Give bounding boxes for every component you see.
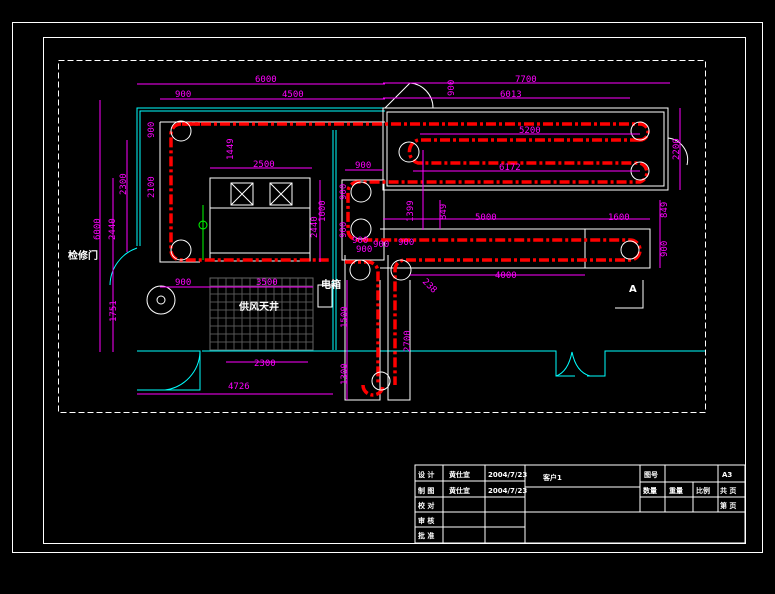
drawing-text: 7700 <box>515 75 537 85</box>
drawing-text: 2440 <box>310 216 320 238</box>
drawing-text: 6172 <box>499 163 521 173</box>
electric-box-label: 电箱 <box>321 278 341 291</box>
drawing-text: 900 <box>447 80 457 96</box>
drawing-text: 900 <box>147 122 157 138</box>
cad-drawing: 6000 900 4500 7700 6013 5200 6172 900 25… <box>12 22 763 553</box>
drawing-text: 2500 <box>253 160 275 170</box>
drawing-text: 238 <box>420 277 439 296</box>
drawing-text: 比例 <box>696 486 710 495</box>
drawing-text: 第 页 <box>720 501 736 510</box>
drawing-text: 2100 <box>147 176 157 198</box>
drawing-text: 校 对 <box>418 501 434 510</box>
drawing-text: 黄仕宜 <box>449 470 470 479</box>
drawing-text: 共 页 <box>720 486 736 495</box>
drawing-text: 900 <box>373 240 389 250</box>
drawing-text: 审 核 <box>418 516 434 525</box>
title-block: 设 计 黄仕宜 2004/7/23 制 图 黄仕宜 2004/7/23 校 对 … <box>414 464 746 544</box>
view-frame <box>58 60 706 413</box>
drawing-text: 1399 <box>406 200 416 222</box>
drawing-text: 2700 <box>403 330 413 352</box>
duct-runs <box>169 122 650 397</box>
section-marker: A <box>629 284 637 295</box>
drawing-text: 6000 <box>255 75 277 85</box>
drawing-text: 1600 <box>608 213 630 223</box>
drawing-text: 3500 <box>256 278 278 288</box>
drawing-text: 批 准 <box>418 531 434 540</box>
drawing-text: 制 图 <box>418 486 434 495</box>
drawing-text: 849 <box>439 204 449 220</box>
drawing-text: 900 <box>175 90 191 100</box>
drawing-text: 849 <box>660 202 670 218</box>
access-door-label: 检修门 <box>68 249 98 262</box>
drawing-text: 900 <box>660 241 670 257</box>
drawing-text: 900 <box>339 222 349 238</box>
drawing-text: 5000 <box>475 213 497 223</box>
drawing-text: 6000 <box>93 218 103 240</box>
drawing-text: 4000 <box>495 271 517 281</box>
drawing-text: 1751 <box>109 300 119 322</box>
drawing-text: 2004/7/23 <box>488 487 527 495</box>
client-name: 客户1 <box>542 473 562 482</box>
drawing-text: 4726 <box>228 382 250 392</box>
drawing-text: 1500 <box>340 306 350 328</box>
drawing-text: 1449 <box>226 138 236 160</box>
drawing-text: 图号 <box>644 470 658 479</box>
drawing-text: 2200 <box>672 138 682 160</box>
drawing-text: 900 <box>339 184 349 200</box>
drawing-text: 数量 <box>643 486 657 495</box>
drawing-text: 900 <box>175 278 191 288</box>
drawing-text: 2300 <box>119 173 129 195</box>
drawing-text: 5200 <box>519 126 541 136</box>
drawing-text: 6013 <box>500 90 522 100</box>
fan-icon <box>198 205 208 260</box>
drawing-text: 黄仕宜 <box>449 486 470 495</box>
drawing-text: 4500 <box>282 90 304 100</box>
drawing-text: 2004/7/23 <box>488 471 527 479</box>
drawing-text: A3 <box>722 471 732 479</box>
drawing-text: 900 <box>355 161 371 171</box>
drawing-text: 900 <box>356 245 372 255</box>
air-shaft-label: 供风天井 <box>238 300 279 313</box>
drawing-text: 2440 <box>108 218 118 240</box>
drawing-text: 900 <box>398 238 414 248</box>
drawing-text: 设 计 <box>418 470 434 479</box>
outlines <box>146 82 689 401</box>
drawing-text: 重量 <box>669 486 683 495</box>
drawing-text: 1300 <box>340 363 350 385</box>
drawing-text: 2300 <box>254 359 276 369</box>
